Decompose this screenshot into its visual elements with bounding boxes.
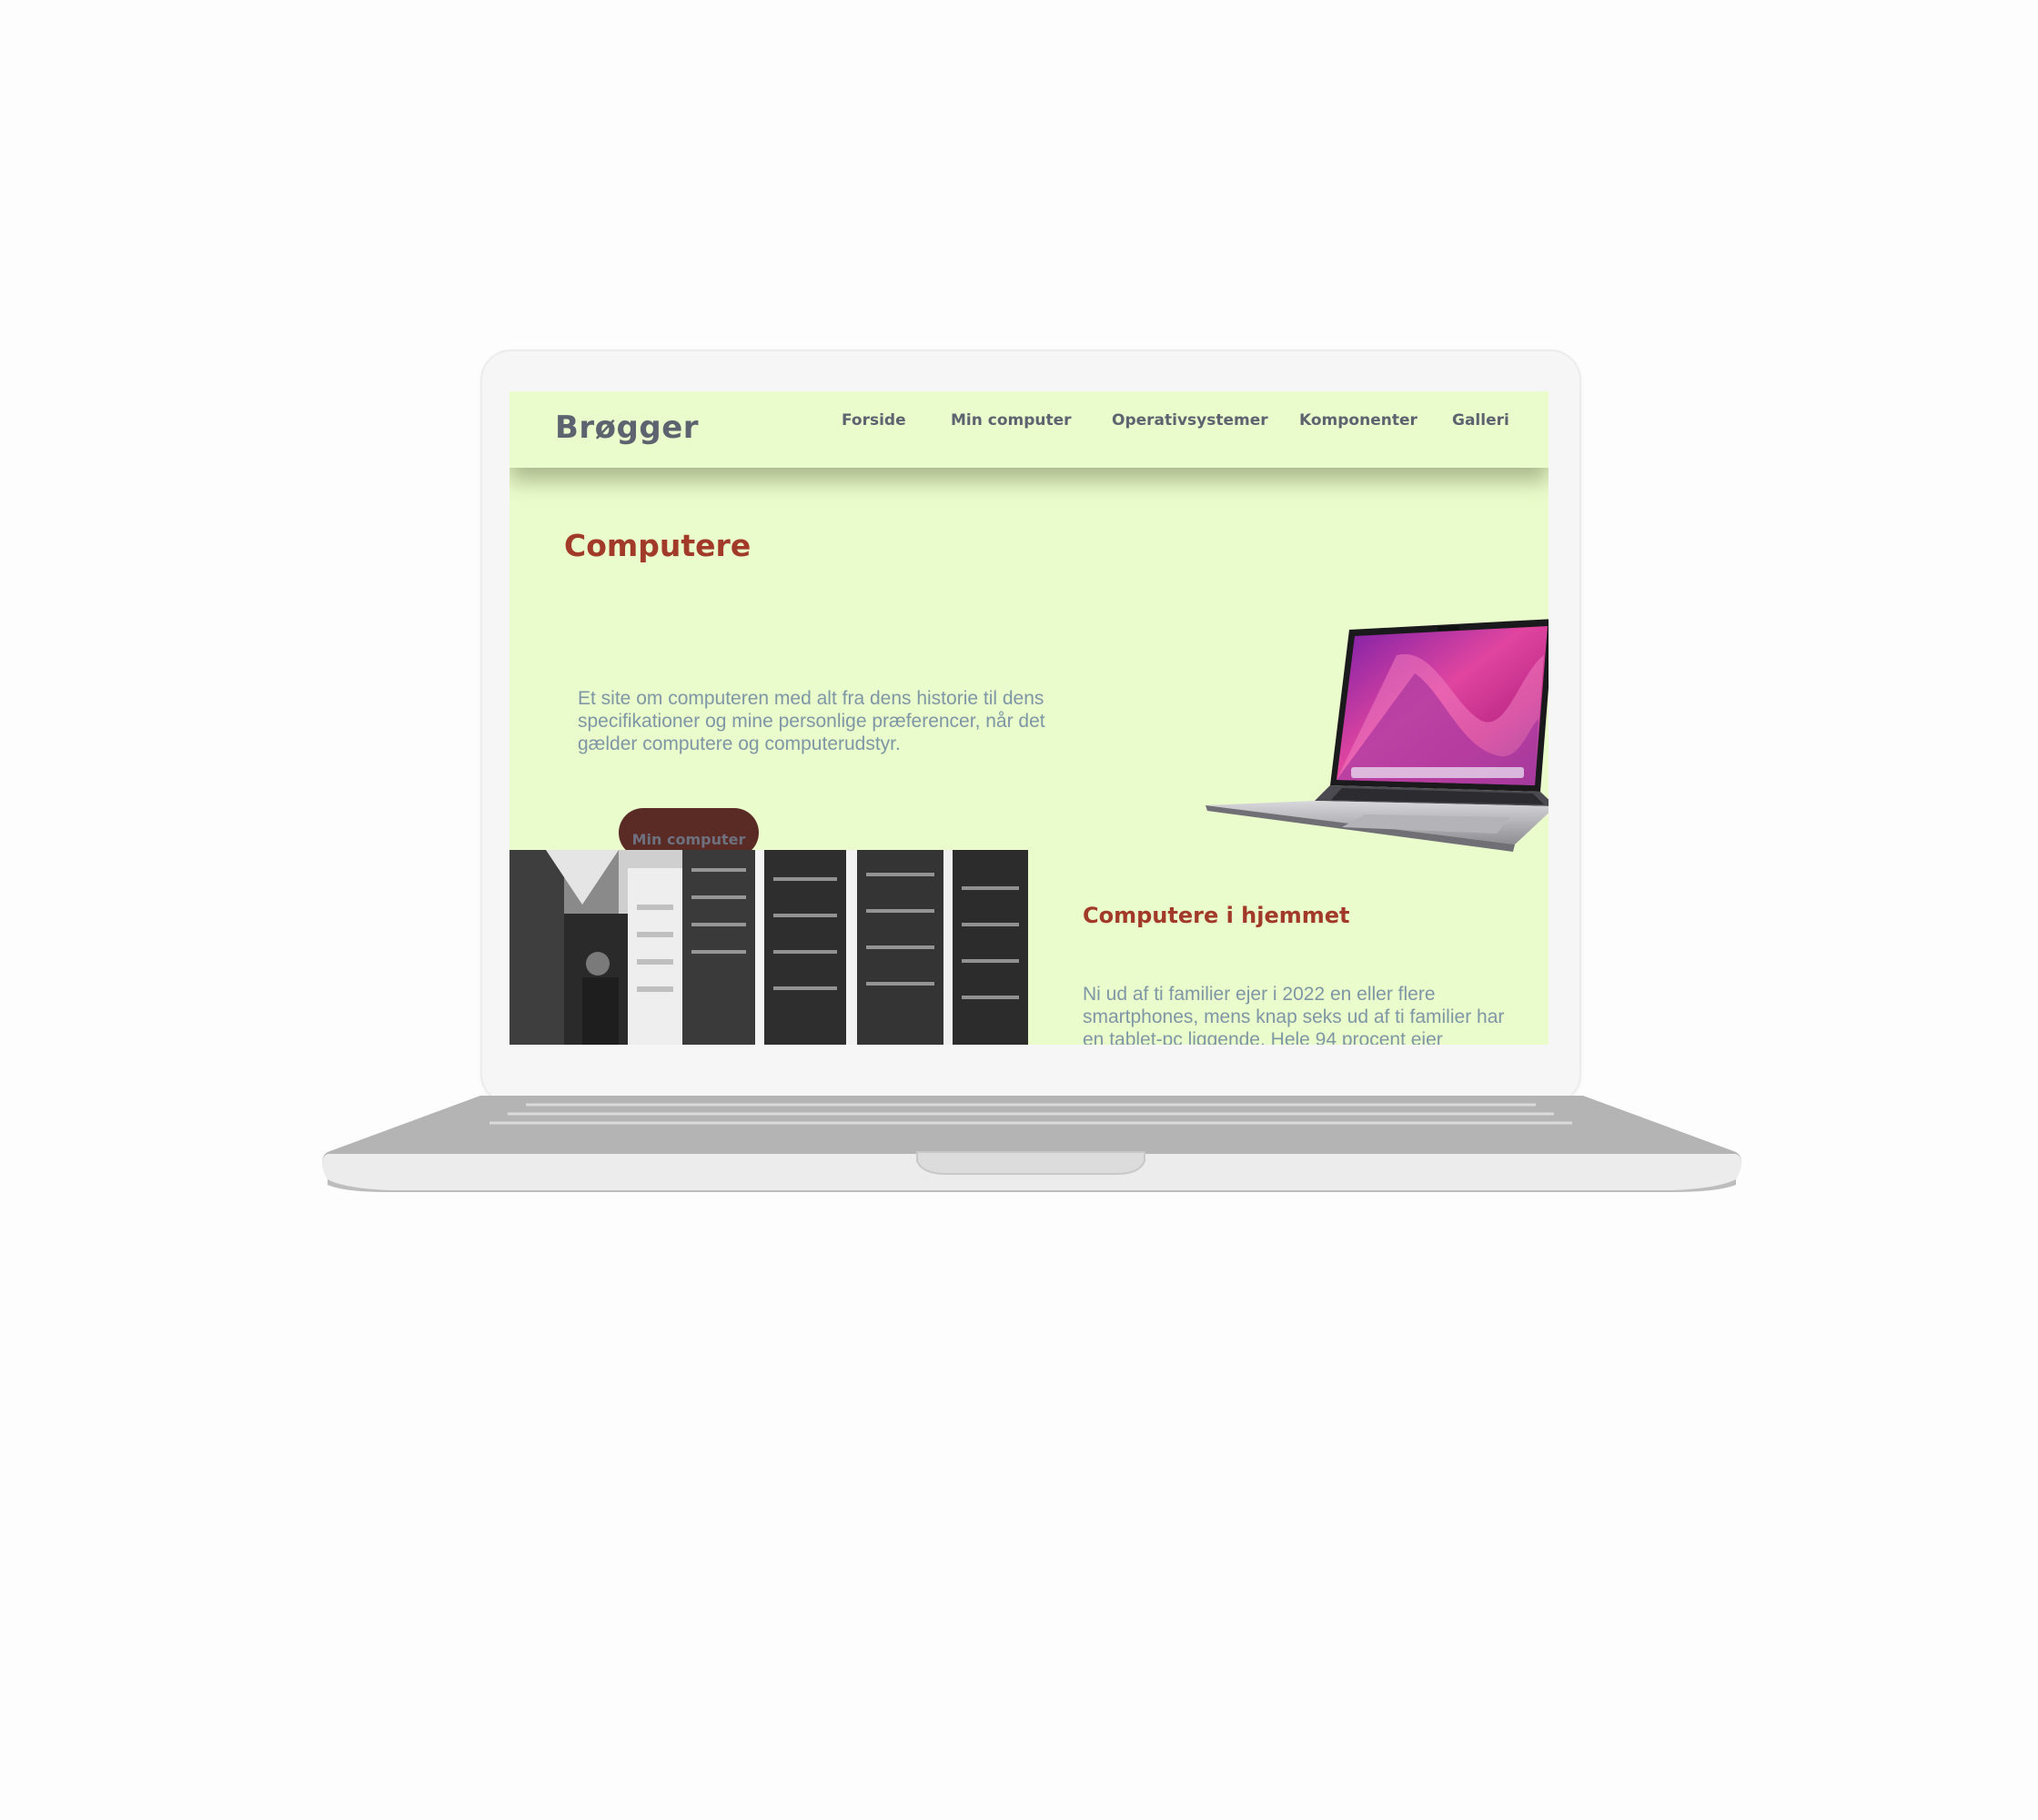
nav-item-operativsystemer[interactable]: Operativsystemer [1112, 411, 1268, 430]
laptop-image [1206, 619, 1549, 852]
main-nav: Forside Min computer Operativsystemer Ko… [510, 411, 1549, 439]
nav-item-forside[interactable]: Forside [842, 411, 906, 430]
nav-item-min-computer[interactable]: Min computer [951, 411, 1072, 430]
laptop-base [322, 1096, 1741, 1192]
hero-description: Et site om computeren med alt fra dens h… [578, 688, 1045, 754]
vintage-computer-room-image [510, 850, 1028, 1045]
nav-item-galleri[interactable]: Galleri [1452, 411, 1509, 430]
section-description: Ni ud af ti familier ejer i 2022 en elle… [1083, 984, 1505, 1045]
site-header: Brøgger Forside Min computer Operativsys… [510, 391, 1549, 468]
nav-item-komponenter[interactable]: Komponenter [1299, 411, 1418, 430]
laptop-screen: Brøgger Forside Min computer Operativsys… [510, 391, 1549, 1045]
section-title: Computere i hjemmet [1083, 903, 1350, 928]
hero-title: Computere [564, 528, 752, 563]
